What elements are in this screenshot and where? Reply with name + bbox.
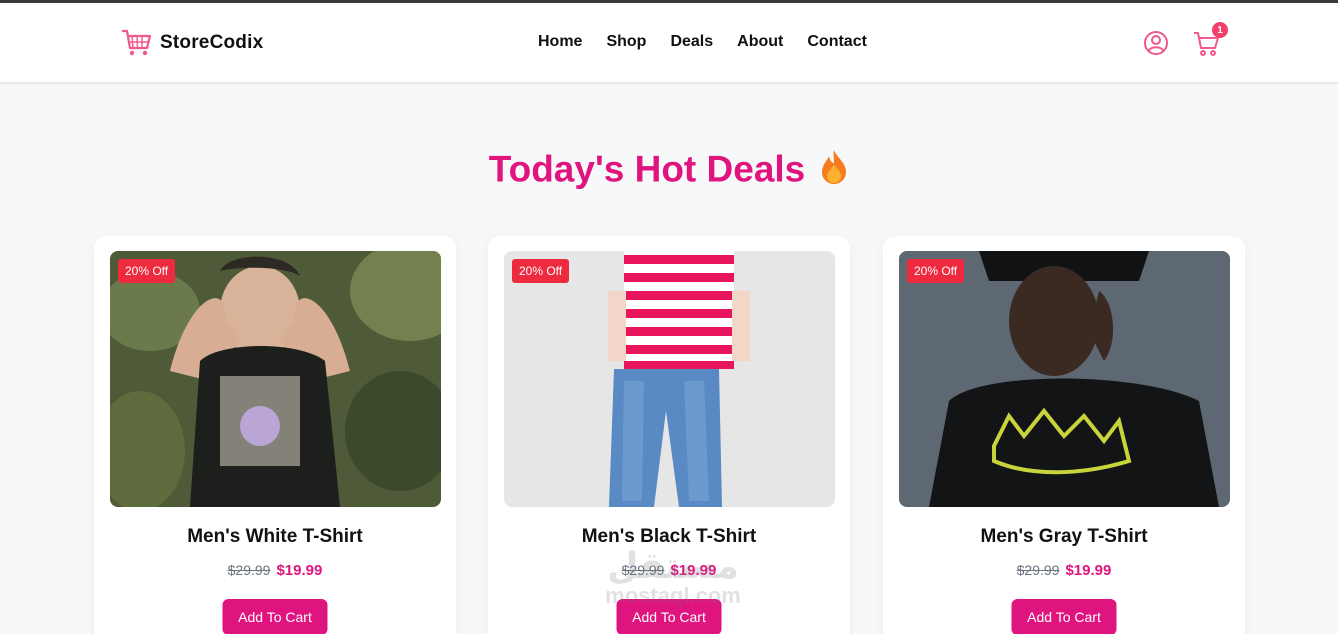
nav-shop[interactable]: Shop [606, 33, 646, 51]
add-to-cart-button[interactable]: Add To Cart [1011, 599, 1117, 634]
product-image[interactable]: 20% Off [899, 251, 1230, 507]
old-price: $29.99 [227, 562, 271, 578]
nav-home[interactable]: Home [538, 33, 582, 51]
product-image[interactable]: 20% Off [504, 251, 835, 507]
nav-about[interactable]: About [737, 33, 783, 51]
main-nav: Home Shop Deals About Contact [538, 33, 867, 51]
product-title: Men's Gray T-Shirt [980, 526, 1148, 547]
user-circle-icon [1144, 31, 1168, 55]
discount-badge: 20% Off [907, 259, 965, 283]
product-title: Men's White T-Shirt [187, 526, 363, 547]
cart-count-badge: 1 [1212, 22, 1228, 38]
header-actions: 1 [1142, 22, 1228, 57]
product-price: $29.99 $19.99 [94, 562, 456, 579]
site-header: StoreCodix Home Shop Deals About Contact… [0, 3, 1338, 83]
brand-name: StoreCodix [160, 32, 264, 53]
account-button[interactable] [1142, 29, 1170, 57]
product-card: 20% Off Men's Gray T-Shirt $29.99 $19.99 … [883, 236, 1245, 634]
page-title: Today's Hot Deals [0, 148, 1338, 195]
discount-badge: 20% Off [118, 259, 176, 283]
product-price: $29.99 $19.99 [488, 562, 850, 579]
product-card: 20% Off Men's White T-Shirt $29.99 $19.99… [94, 236, 456, 634]
page-title-text: Today's Hot Deals [488, 148, 806, 190]
brand-logo[interactable]: StoreCodix [121, 29, 263, 57]
nav-contact[interactable]: Contact [807, 33, 867, 51]
cart-button[interactable]: 1 [1192, 22, 1228, 57]
add-to-cart-button[interactable]: Add To Cart [616, 599, 722, 634]
add-to-cart-button[interactable]: Add To Cart [222, 599, 328, 634]
sale-price: $19.99 [276, 562, 323, 579]
old-price: $29.99 [621, 562, 665, 578]
product-title: Men's Black T-Shirt [581, 526, 757, 547]
product-card: 20% Off Men's Black T-Shirt $29.99 $19.99… [488, 236, 850, 634]
sale-price: $19.99 [1065, 562, 1112, 579]
old-price: $29.99 [1016, 562, 1060, 578]
sale-price: $19.99 [670, 562, 717, 579]
cart-logo-icon [122, 29, 152, 56]
fire-icon [819, 148, 849, 195]
nav-deals[interactable]: Deals [670, 33, 713, 51]
product-price: $29.99 $19.99 [883, 562, 1245, 579]
product-image[interactable]: 20% Off [110, 251, 441, 507]
discount-badge: 20% Off [512, 259, 570, 283]
